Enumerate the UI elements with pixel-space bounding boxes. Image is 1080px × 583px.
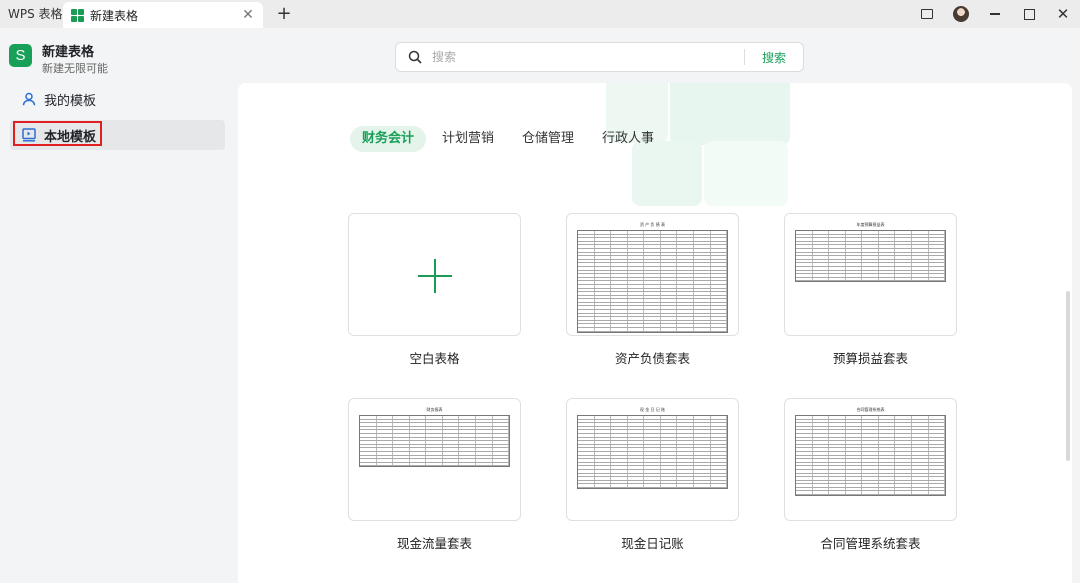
template-thumbnail: 合同管理系统表 (795, 407, 946, 512)
template-card-cash-flow[interactable]: 财务报表 (348, 398, 521, 521)
template-label: 现金流量套表 (396, 536, 472, 551)
highlight-annotation (13, 121, 102, 146)
plus-icon (418, 259, 452, 293)
spreadsheet-icon (71, 8, 84, 22)
maximize-icon[interactable] (1012, 0, 1046, 28)
template-card-cash-journal[interactable]: 现 金 日 记 账 (566, 398, 739, 521)
brand-subtitle: 新建无限可能 (42, 62, 108, 75)
decor-shape (670, 83, 790, 145)
user-icon (22, 92, 36, 106)
thumbnail-row (578, 484, 728, 488)
template-label: 空白表格 (409, 351, 460, 366)
brand-title: 新建表格 (42, 45, 95, 60)
thumbnail-title: 现 金 日 记 账 (639, 407, 666, 412)
brand-header: S 新建表格 新建无限可能 (9, 44, 108, 77)
tab-close-icon[interactable]: ✕ (241, 7, 255, 23)
sidebar-item-my-templates[interactable]: 我的模板 (10, 84, 225, 114)
template-card-blank[interactable] (348, 213, 521, 336)
tab-admin-hr[interactable]: 行政人事 (590, 126, 666, 152)
title-bar: WPS 表格 新建表格 ✕ + ✕ (0, 0, 1080, 28)
tab-label: 新建表格 (90, 8, 139, 23)
search-icon (400, 50, 430, 64)
template-thumbnail: 现 金 日 记 账 (577, 407, 728, 512)
minimize-icon[interactable] (978, 0, 1012, 28)
tab-plan-marketing[interactable]: 计划营销 (430, 126, 506, 152)
template-card-balance-sheet[interactable]: 资 产 负 债 表 (566, 213, 739, 336)
decor-shape (704, 141, 788, 206)
template-thumbnail: 资 产 负 债 表 (577, 222, 728, 333)
template-thumbnail: 年度预算损益表 (795, 222, 946, 327)
thumbnail-row (578, 328, 728, 332)
template-panel: 财务会计 计划营销 仓储管理 行政人事 空白表格 资 产 负 债 表 资产负债套… (238, 83, 1072, 583)
tab-warehouse[interactable]: 仓储管理 (510, 126, 586, 152)
thumbnail-sheet (795, 230, 946, 283)
category-tabs: 财务会计 计划营销 仓储管理 行政人事 (350, 126, 670, 152)
search-bar: 搜索 (395, 42, 804, 72)
template-label: 预算损益套表 (832, 351, 908, 366)
template-label: 资产负债套表 (614, 351, 690, 366)
template-label: 合同管理系统套表 (820, 536, 921, 551)
thumbnail-row (796, 491, 946, 496)
user-avatar[interactable] (944, 0, 978, 28)
search-button[interactable]: 搜索 (745, 49, 803, 66)
window-icon[interactable] (910, 0, 944, 28)
template-thumbnail: 财务报表 (359, 407, 510, 512)
template-label: 现金日记账 (621, 536, 684, 551)
tab-wps-home[interactable]: WPS 表格 (0, 0, 71, 28)
thumbnail-title: 资 产 负 债 表 (639, 222, 666, 227)
tab-finance-accounting[interactable]: 财务会计 (350, 126, 427, 152)
thumbnail-sheet (795, 415, 946, 497)
thumbnail-sheet (577, 415, 728, 489)
new-tab-plus-icon[interactable]: + (274, 3, 294, 25)
spreadsheet-logo-icon: S (9, 44, 32, 67)
thumbnail-sheet (577, 230, 728, 333)
close-icon[interactable]: ✕ (1046, 0, 1080, 28)
thumbnail-sheet (359, 415, 510, 468)
thumbnail-title: 年度预算损益表 (856, 222, 885, 227)
tab-new-spreadsheet[interactable]: 新建表格 ✕ (63, 2, 263, 28)
thumbnail-row (360, 462, 510, 467)
thumbnail-title: 合同管理系统表 (856, 407, 885, 412)
scrollbar[interactable] (1066, 291, 1070, 461)
sidebar-item-label: 我的模板 (44, 93, 97, 109)
thumbnail-row (796, 277, 946, 282)
template-card-contract-mgmt[interactable]: 合同管理系统表 (784, 398, 957, 521)
template-card-budget-pl[interactable]: 年度预算损益表 (784, 213, 957, 336)
thumbnail-title: 财务报表 (426, 407, 443, 412)
search-input[interactable] (430, 49, 744, 65)
